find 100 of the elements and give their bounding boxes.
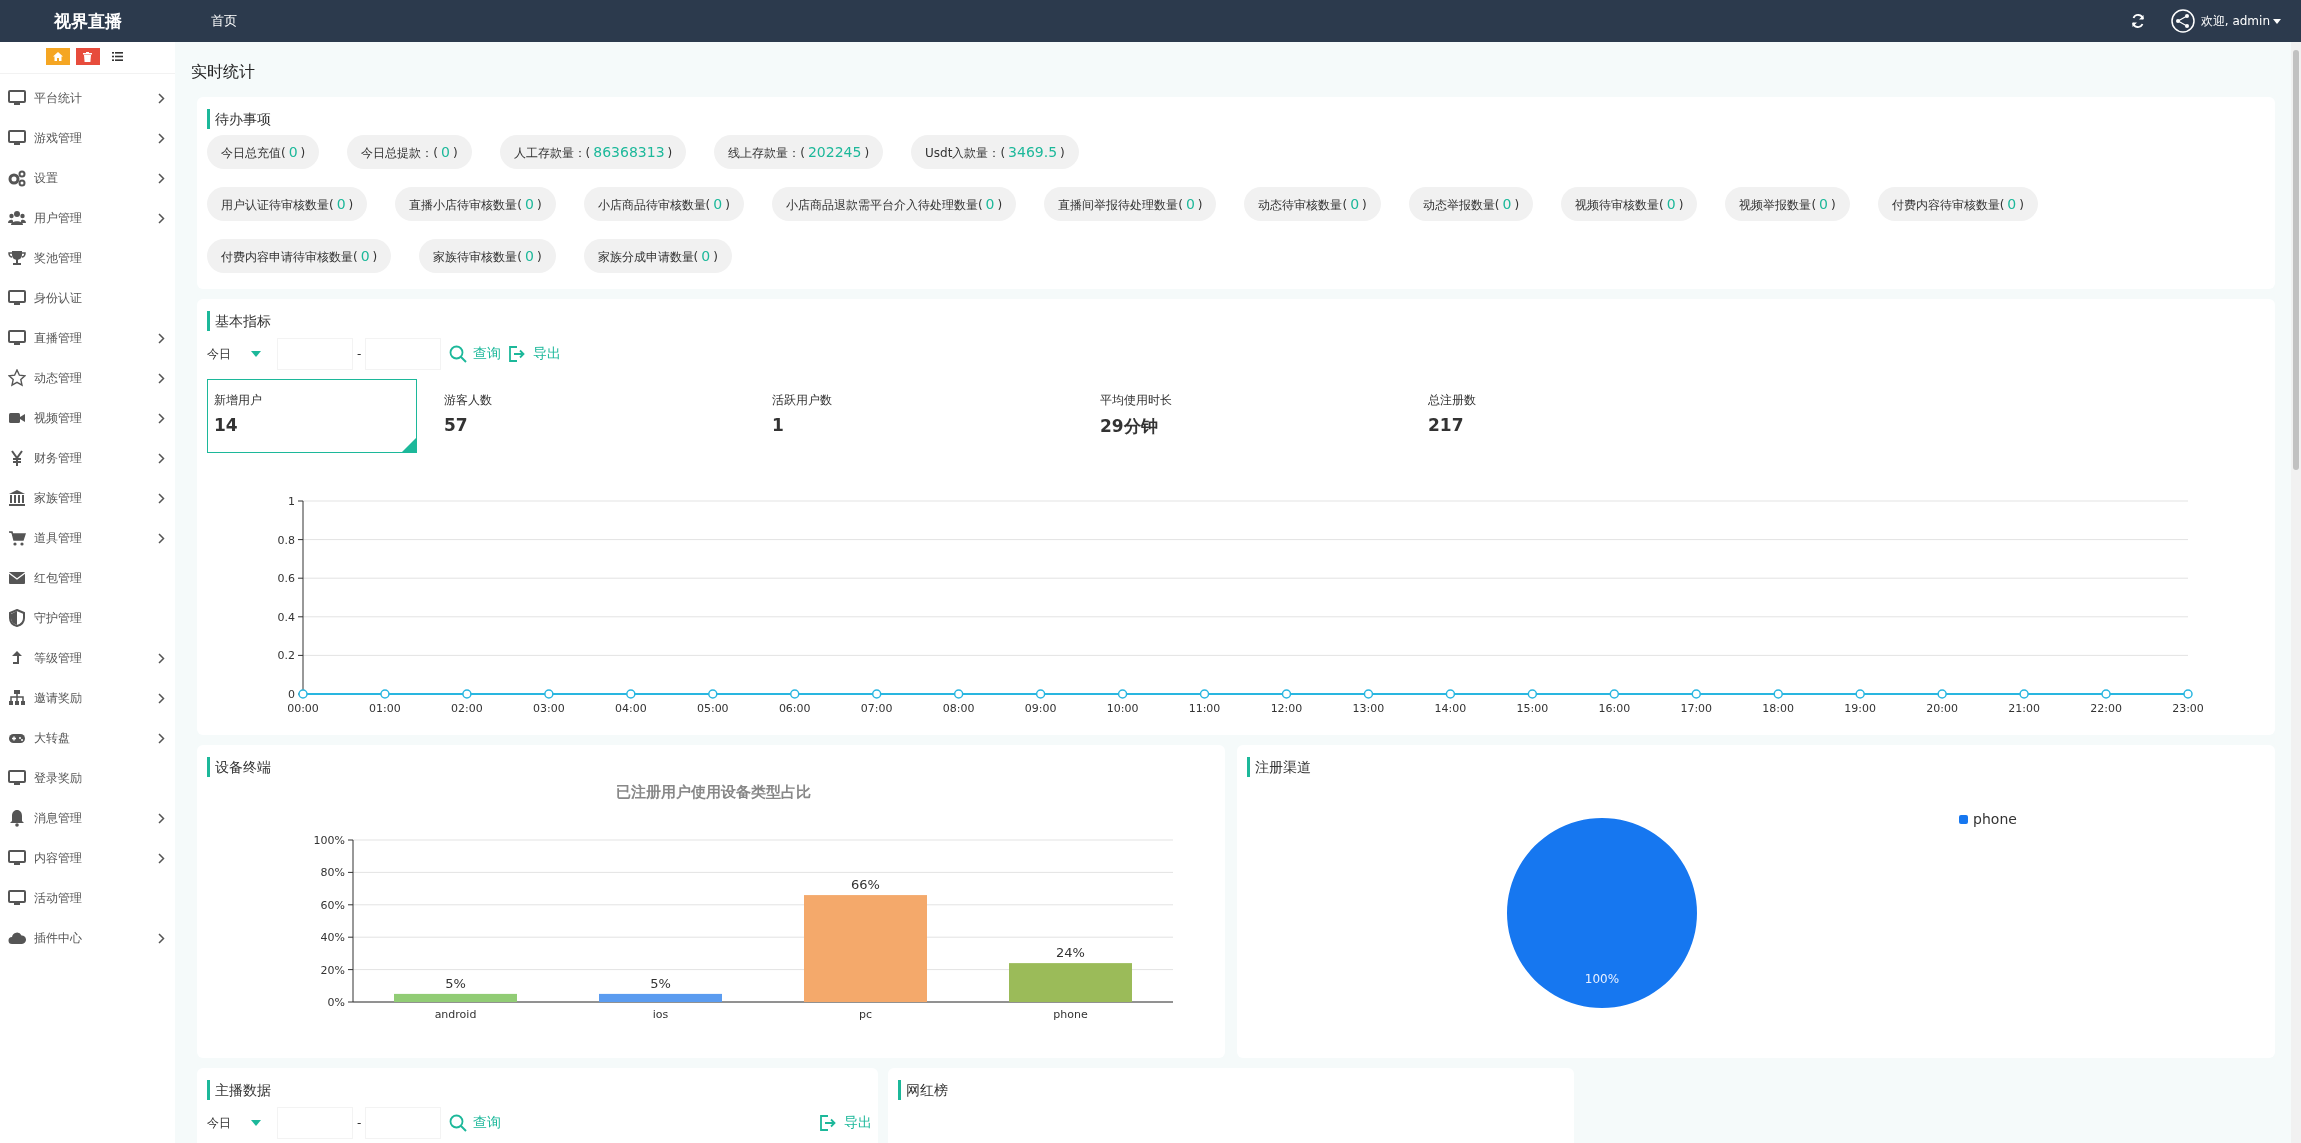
count-pill: 今日总充值( 0 ) <box>207 135 320 169</box>
axis-label: 00:00 <box>287 702 319 715</box>
count-pill: Usdt入款量：( 3469.5 ) <box>911 135 1079 169</box>
axis-label: 20% <box>320 963 346 977</box>
axis-label: 0.8 <box>277 533 295 547</box>
data-point <box>1855 689 1865 699</box>
data-point <box>2101 689 2111 699</box>
axis-label: ios <box>652 1008 669 1021</box>
stat-label: 活跃用户数 <box>772 392 833 409</box>
axis-label: 15:00 <box>1516 702 1549 715</box>
axis-label: 06:00 <box>778 702 811 715</box>
stat-value: 57 <box>444 415 469 435</box>
sidebar-item[interactable]: 平台统计 <box>0 78 175 118</box>
data-point <box>708 689 718 699</box>
envelope-icon <box>8 569 26 587</box>
monitor-icon <box>8 289 26 307</box>
axis-label: 11:00 <box>1188 702 1221 715</box>
stat-tile[interactable]: 活跃用户数 1 <box>765 379 975 453</box>
sidebar-item[interactable]: 奖池管理 <box>0 238 175 278</box>
sidebar-item[interactable]: 道具管理 <box>0 518 175 558</box>
stat-tile[interactable]: 新增用户 14 <box>207 379 417 453</box>
value-label: 66% <box>851 877 880 893</box>
brand-title: 视界直播 <box>52 9 123 33</box>
monitor-icon <box>8 769 26 787</box>
trash-button[interactable] <box>75 48 100 65</box>
sidebar-item[interactable]: 大转盘 <box>0 718 175 758</box>
stat-value: 29分钟 <box>1100 415 1159 438</box>
user-menu[interactable]: 欢迎, admin <box>2200 12 2281 30</box>
axis-label: 80% <box>320 866 346 880</box>
nav-link[interactable]: 首页 <box>211 8 237 34</box>
axis-label: 0.4 <box>277 610 295 624</box>
sidebar-item[interactable]: 登录奖励 <box>0 758 175 798</box>
sidebar-item[interactable]: 邀请奖励 <box>0 678 175 718</box>
period-dropdown[interactable]: 今日 <box>207 345 277 363</box>
count-pill: 用户认证待审核数量( 0 ) <box>207 187 368 221</box>
data-point <box>1363 689 1374 699</box>
data-point <box>1773 689 1783 699</box>
axis-label: 13:00 <box>1352 702 1385 715</box>
stat-label: 新增用户 <box>214 392 263 409</box>
sidebar-item[interactable]: 财务管理 <box>0 438 175 478</box>
sidebar-item[interactable]: 内容管理 <box>0 838 175 878</box>
count-pill: 视频待审核数量( 0 ) <box>1561 187 1698 221</box>
chart-title: 已注册用户使用设备类型占比 <box>615 783 811 802</box>
sidebar-item[interactable]: 视频管理 <box>0 398 175 438</box>
sidebar-item[interactable]: 家族管理 <box>0 478 175 518</box>
section-title: 注册渠道 <box>1247 757 2269 777</box>
legend-label: phone <box>1973 811 2017 827</box>
list-icon <box>112 52 123 61</box>
stat-value: 1 <box>772 415 785 435</box>
value-label: 5% <box>445 975 466 991</box>
sidebar-item[interactable]: 身份认证 <box>0 278 175 318</box>
sidebar-item[interactable]: 活动管理 <box>0 878 175 918</box>
monitor-icon <box>8 89 26 107</box>
axis-label: phone <box>1053 1008 1088 1021</box>
sidebar-item[interactable]: 动态管理 <box>0 358 175 398</box>
count-pill: 动态待审核数量( 0 ) <box>1244 187 1381 221</box>
monitor-icon <box>8 889 26 907</box>
sidebar-item[interactable]: 守护管理 <box>0 598 175 638</box>
home-button[interactable] <box>45 48 70 65</box>
scrollbar[interactable] <box>2291 42 2301 1143</box>
stat-value: 14 <box>214 415 239 435</box>
axis-label: 1 <box>288 495 295 508</box>
range-separator: - <box>357 347 362 361</box>
axis-label: 16:00 <box>1598 702 1631 715</box>
data-point <box>380 689 390 699</box>
caret-icon <box>251 1120 261 1126</box>
home-icon <box>52 52 63 61</box>
stat-tile[interactable]: 游客人数 57 <box>437 379 647 453</box>
sidebar-item[interactable]: 游戏管理 <box>0 118 175 158</box>
axis-label: 0.2 <box>277 649 295 663</box>
stat-tile[interactable]: 总注册数 217 <box>1421 379 1631 453</box>
sidebar-item[interactable]: 红包管理 <box>0 558 175 598</box>
sidebar-item[interactable]: 消息管理 <box>0 798 175 838</box>
sidebar-item[interactable]: 插件中心 <box>0 918 175 958</box>
bank-icon <box>8 489 26 507</box>
sidebar-item[interactable]: 用户管理 <box>0 198 175 238</box>
caret-icon <box>251 351 261 357</box>
stat-tile[interactable]: 平均使用时长 29分钟 <box>1093 379 1303 453</box>
axis-label: 22:00 <box>2090 702 2122 715</box>
sidebar-item[interactable]: 直播管理 <box>0 318 175 358</box>
data-point <box>1199 689 1210 699</box>
period-dropdown[interactable]: 今日 <box>207 1114 277 1132</box>
data-point <box>298 689 308 699</box>
section-title: 待办事项 <box>207 109 2269 129</box>
sidebar-item[interactable]: 设置 <box>0 158 175 198</box>
stat-value: 217 <box>1428 415 1465 435</box>
axis-label: android <box>434 1008 477 1021</box>
axis-label: 21:00 <box>2008 702 2040 715</box>
page-title: 实时统计 <box>191 62 256 83</box>
value-label: 24% <box>1056 945 1085 961</box>
count-pill: 视频举报数量( 0 ) <box>1725 187 1850 221</box>
section-title: 网红榜 <box>898 1080 1568 1100</box>
axis-label: 12:00 <box>1270 702 1303 715</box>
axis-label: 02:00 <box>451 702 483 715</box>
refresh-icon[interactable] <box>2130 14 2145 28</box>
data-point <box>953 689 964 699</box>
share-icon[interactable] <box>2170 9 2195 33</box>
sidebar-item[interactable]: 等级管理 <box>0 638 175 678</box>
section-title: 设备终端 <box>207 757 1220 777</box>
monitor-icon <box>8 849 26 867</box>
